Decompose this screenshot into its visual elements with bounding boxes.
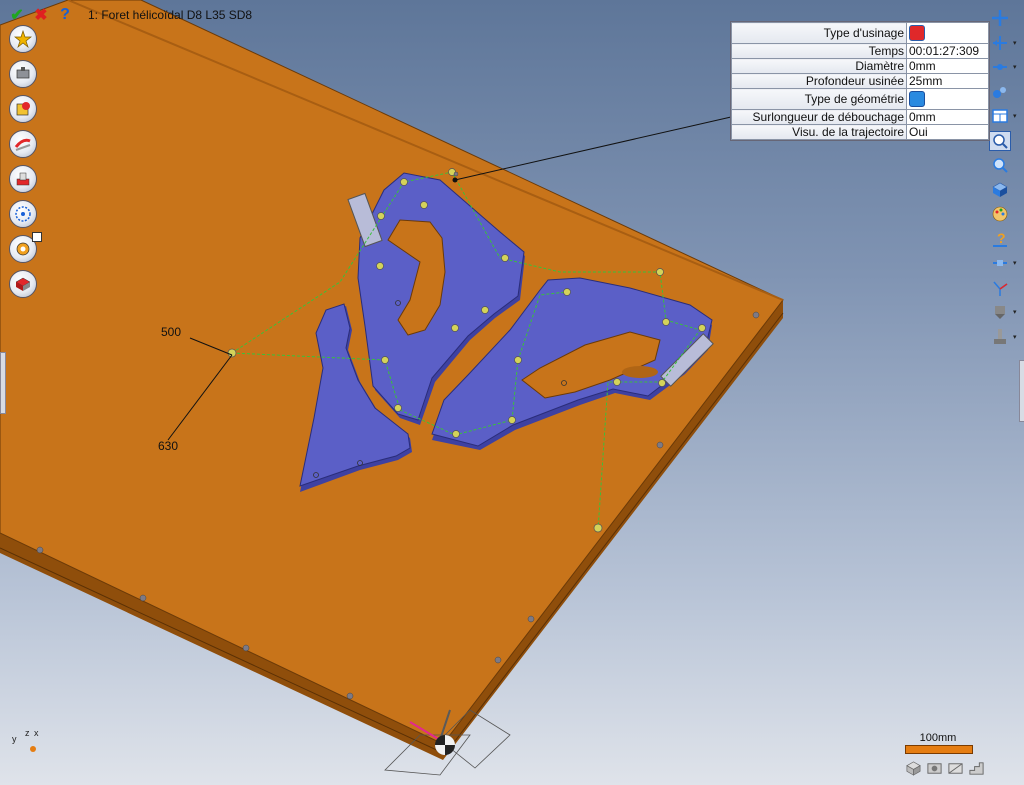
move-axis-icon[interactable]: ▾ [989, 33, 1017, 54]
view-stair-icon[interactable] [968, 760, 985, 777]
query-icon[interactable]: ? [989, 229, 1011, 250]
zoom-icon[interactable] [989, 155, 1011, 176]
properties-table: Type d'usinage Temps 00:01:27:309 Diamèt… [731, 22, 989, 140]
axis-icon[interactable] [989, 278, 1011, 299]
cube-view-icon[interactable] [905, 760, 922, 777]
cube-tool-icon[interactable] [9, 95, 37, 123]
close-icon[interactable]: ✖ [32, 6, 50, 24]
prop-value[interactable] [906, 22, 989, 44]
scale-bar [905, 745, 973, 754]
prop-label: Diamètre [731, 58, 907, 74]
prop-label: Visu. de la trajectoire [731, 124, 907, 140]
star-tool-icon[interactable] [9, 25, 37, 53]
drill-tool-icon[interactable] [9, 60, 37, 88]
prop-label: Type de géométrie [731, 88, 907, 110]
prop-value[interactable]: 00:01:27:309 [906, 43, 989, 59]
left-tool-palette [9, 25, 42, 298]
prop-value[interactable]: Oui [906, 124, 989, 140]
tool-view-icon[interactable]: ▾ [989, 253, 1017, 274]
gear-tool-icon[interactable] [9, 232, 42, 263]
prop-row-type-geometrie: Type de géométrie [731, 88, 989, 110]
top-toolbar: ✔ ✖ ? 1: Foret hélicoïdal D8 L35 SD8 [8, 4, 252, 26]
check-icon[interactable]: ✔ [8, 6, 26, 24]
axis-y-label: y [12, 734, 17, 744]
contour-tool-icon[interactable] [9, 130, 37, 158]
3d-viewport[interactable]: ✔ ✖ ? 1: Foret hélicoïdal D8 L35 SD8 ▾ ▾… [0, 0, 1024, 785]
axis-x-label: x [34, 728, 39, 738]
operation-title: 1: Foret hélicoïdal D8 L35 SD8 [88, 8, 253, 22]
3d-view-icon[interactable] [989, 180, 1011, 201]
axis-indicator: y z x [12, 728, 39, 752]
prop-row-temps: Temps 00:01:27:309 [731, 43, 989, 59]
simulation-tool-icon[interactable] [9, 270, 37, 298]
prop-label: Type d'usinage [731, 22, 907, 44]
right-splitter-handle[interactable] [1019, 360, 1024, 422]
drill-type-icon [909, 25, 925, 41]
prop-value[interactable]: 0mm [906, 58, 989, 74]
tool-path-icon[interactable]: ▾ [989, 57, 1017, 78]
prop-row-profondeur: Profondeur usinée 25mm [731, 73, 989, 89]
zoom-window-icon[interactable] [989, 130, 1011, 151]
prop-value[interactable]: 0mm [906, 109, 989, 125]
svg-text:?: ? [997, 230, 1006, 246]
window-view-icon[interactable]: ▾ [989, 106, 1017, 127]
palette-icon[interactable] [989, 204, 1011, 225]
prop-row-surlongueur: Surlongueur de débouchage 0mm [731, 109, 989, 125]
view-section-icon[interactable] [947, 760, 964, 777]
right-tool-palette: ▾ ▾ ▾ ? ▾ ▾ ▾ [989, 8, 1017, 348]
drill-view-icon[interactable] [989, 82, 1011, 103]
pocket-tool-icon[interactable] [9, 165, 37, 193]
prop-row-diametre: Diamètre 0mm [731, 58, 989, 74]
prop-label: Profondeur usinée [731, 73, 907, 89]
prop-row-visu-trajectoire: Visu. de la trajectoire Oui [731, 124, 989, 140]
geometry-type-icon [909, 91, 925, 107]
prop-row-type-usinage: Type d'usinage [731, 22, 989, 44]
prop-value[interactable] [906, 88, 989, 110]
prop-value[interactable]: 25mm [906, 73, 989, 89]
bottom-view-tools [905, 760, 985, 777]
prop-label: Surlongueur de débouchage [731, 109, 907, 125]
move-cross-icon[interactable] [989, 8, 1011, 29]
view-front-icon[interactable] [926, 760, 943, 777]
axis-z-label: z [25, 728, 30, 738]
help-icon[interactable]: ? [56, 6, 74, 24]
scale-label: 100mm [919, 732, 957, 744]
dimension-label-500: 500 [161, 325, 182, 339]
push-icon[interactable]: ▾ [989, 302, 1017, 323]
tool-holder-icon[interactable]: ▾ [989, 327, 1017, 348]
path-tool-icon[interactable] [9, 200, 37, 228]
dimension-label-630: 630 [158, 439, 179, 453]
prop-label: Temps [731, 43, 907, 59]
origin-dot-icon [30, 746, 36, 752]
left-splitter-handle[interactable] [0, 352, 6, 414]
